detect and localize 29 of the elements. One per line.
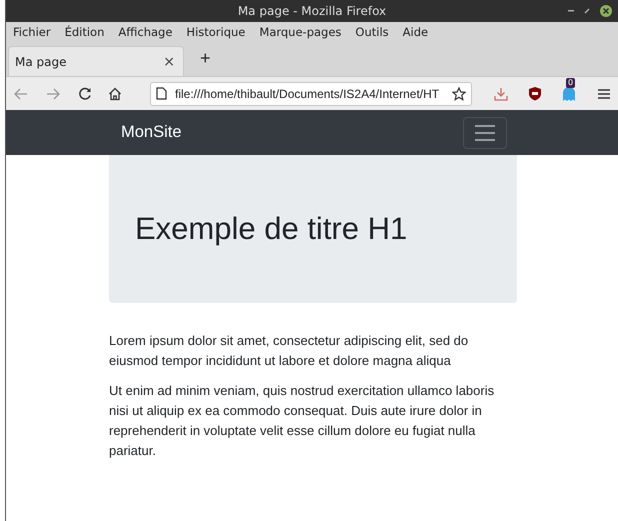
- page-icon: [156, 87, 167, 100]
- shield-icon[interactable]: [528, 86, 542, 101]
- menu-item[interactable]: Outils: [355, 25, 389, 39]
- window-title: Ma page - Mozilla Firefox: [238, 4, 386, 18]
- browser-tab[interactable]: Ma page ×: [8, 46, 184, 76]
- menu-item[interactable]: Aide: [402, 25, 428, 39]
- menu-item[interactable]: Fichier: [13, 25, 51, 39]
- site-brand[interactable]: MonSite: [121, 123, 182, 142]
- menu-icon[interactable]: [598, 88, 610, 98]
- menu-item[interactable]: Édition: [64, 25, 104, 39]
- menu-item[interactable]: Historique: [186, 25, 246, 39]
- menu-item[interactable]: Affichage: [118, 25, 172, 39]
- count-badge: 0: [566, 78, 576, 88]
- star-icon[interactable]: [452, 86, 466, 100]
- address-field[interactable]: file:///home/thibault/Documents/IS2A4/Internet/HT: [150, 82, 472, 106]
- download-icon[interactable]: [494, 86, 508, 100]
- new-tab-button[interactable]: +: [194, 47, 217, 71]
- paragraph: Lorem ipsum dolor sit amet, consectetur adipiscing elit, sed do eiusmod tempor incididunt ut labore et dolore magna aliqua: [109, 332, 470, 370]
- paragraph: Ut enim ad minim veniam, quis nostrud exercitation ullamco laboris nisi ut aliquip ex ea commodo consequat. Duis aute irure dolor in reprehenderit in voluptate velit esse cillum dolore eu fugiat nulla pariatur.: [109, 382, 496, 460]
- maximize-icon[interactable]: [584, 8, 590, 14]
- minimize-icon[interactable]: [568, 10, 574, 12]
- page-heading: Exemple de titre H1: [135, 211, 408, 247]
- ghost-icon[interactable]: [562, 86, 576, 102]
- reload-icon[interactable]: [78, 86, 92, 100]
- home-icon[interactable]: [108, 86, 122, 100]
- menu-toggle-button[interactable]: [463, 116, 507, 148]
- close-icon[interactable]: [600, 5, 612, 17]
- close-tab-icon[interactable]: ×: [163, 54, 175, 70]
- menu-item[interactable]: Marque-pages: [259, 25, 342, 39]
